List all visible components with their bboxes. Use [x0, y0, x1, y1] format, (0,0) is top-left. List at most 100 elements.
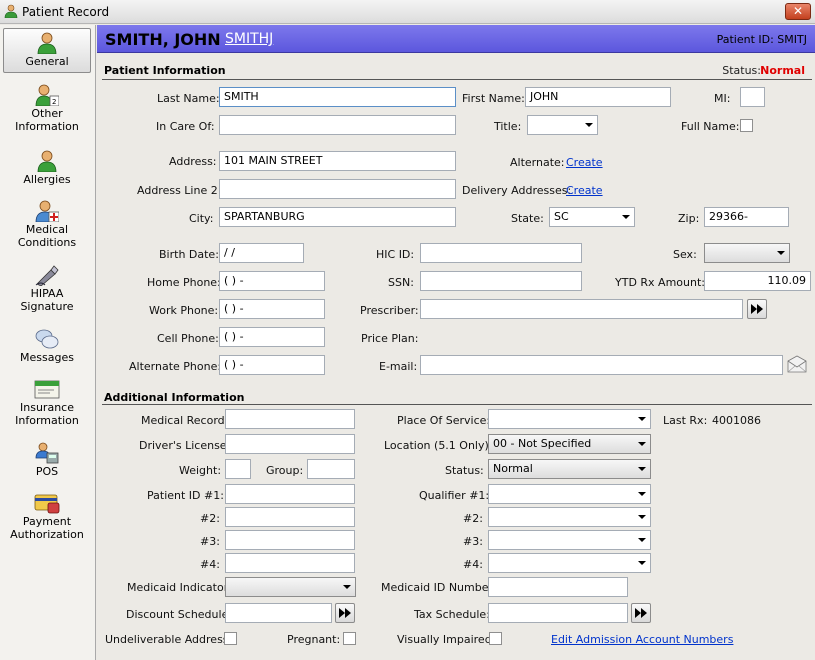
undeliverable-address-checkbox[interactable]	[224, 632, 237, 645]
sex-dropdown[interactable]	[704, 243, 790, 263]
medical-icon	[35, 200, 59, 222]
chevron-down-icon	[638, 442, 646, 446]
sidebar-item-other-information[interactable]: 2 Other Information	[3, 81, 91, 133]
hic-id-label: HIC ID:	[376, 248, 415, 261]
prescriber-field[interactable]	[420, 299, 743, 319]
full-name-checkbox[interactable]	[740, 119, 753, 132]
patient-code-link[interactable]: SMITHJ	[225, 31, 273, 47]
patient-id-4-field[interactable]	[225, 553, 355, 573]
hic-id-field[interactable]	[420, 243, 582, 263]
zip-field[interactable]: 29366-	[704, 207, 789, 227]
drivers-license-label: Driver's License:	[139, 439, 231, 452]
sidebar-item-label: Other Information	[15, 107, 79, 133]
qualifier-2-label: #2:	[463, 512, 483, 525]
patient-record-panel: SMITH, JOHN SMITHJ Patient ID: SMITJ Pat…	[97, 25, 815, 660]
sidebar-item-hipaa-signature[interactable]: HIPAA Signature	[3, 261, 91, 313]
qualifier-2-dropdown[interactable]	[488, 507, 651, 527]
ytd-rx-amount-field[interactable]: 110.09	[704, 271, 811, 291]
sidebar-item-allergies[interactable]: Allergies	[3, 147, 91, 186]
qualifier-1-dropdown[interactable]	[488, 484, 651, 504]
sidebar-item-insurance-information[interactable]: Insurance Information	[3, 375, 91, 427]
title-dropdown[interactable]	[527, 115, 598, 135]
sidebar-item-payment-authorization[interactable]: Payment Authorization	[3, 489, 91, 541]
alternate-create-link[interactable]: Create	[566, 156, 603, 169]
medicaid-indicator-dropdown[interactable]	[225, 577, 356, 597]
sidebar-item-general[interactable]: General	[3, 28, 91, 73]
address-field[interactable]: 101 MAIN STREET	[219, 151, 456, 171]
alternate-phone-field[interactable]: ( ) -	[219, 355, 325, 375]
ssn-field[interactable]	[420, 271, 582, 291]
window-titlebar: Patient Record ✕	[0, 0, 815, 24]
cell-phone-label: Cell Phone:	[157, 332, 219, 345]
qualifier-1-label: Qualifier #1:	[419, 489, 490, 502]
sidebar-item-label: General	[25, 55, 69, 68]
weight-field[interactable]	[225, 459, 251, 479]
last-rx-label: Last Rx:	[663, 414, 708, 427]
svg-text:2: 2	[52, 98, 56, 106]
chevron-down-icon	[638, 515, 646, 519]
patient-information-title: Patient Information	[104, 64, 226, 77]
visually-impaired-checkbox[interactable]	[489, 632, 502, 645]
cell-phone-field[interactable]: ( ) -	[219, 327, 325, 347]
sidebar-item-label: Insurance Information	[15, 401, 79, 427]
send-email-icon[interactable]	[787, 355, 807, 373]
patient-id-3-field[interactable]	[225, 530, 355, 550]
prescriber-lookup-button[interactable]	[747, 299, 767, 319]
patient-id-2-label: #2:	[200, 512, 220, 525]
state-label: State:	[511, 212, 544, 225]
last-name-field[interactable]: SMITH	[219, 87, 456, 107]
location-dropdown[interactable]: 00 - Not Specified	[488, 434, 651, 454]
work-phone-label: Work Phone:	[149, 304, 219, 317]
patient-id-4-label: #4:	[200, 558, 220, 571]
sidebar: General 2 Other Information Allergies Me…	[0, 25, 96, 660]
work-phone-field[interactable]: ( ) -	[219, 299, 325, 319]
patient-id-2-field[interactable]	[225, 507, 355, 527]
last-rx-value: 4001086	[712, 414, 761, 427]
city-field[interactable]: SPARTANBURG	[219, 207, 456, 227]
medical-record-field[interactable]	[225, 409, 355, 429]
tax-schedule-field[interactable]	[488, 603, 628, 623]
home-phone-field[interactable]: ( ) -	[219, 271, 325, 291]
chevron-down-icon	[622, 215, 630, 219]
prescriber-label: Prescriber:	[360, 304, 419, 317]
address-label: Address:	[169, 155, 217, 168]
group-field[interactable]	[307, 459, 355, 479]
sidebar-item-pos[interactable]: POS	[3, 439, 91, 478]
chevron-down-icon	[638, 417, 646, 421]
patient-id-1-field[interactable]	[225, 484, 355, 504]
status-value: Normal	[760, 64, 805, 77]
sidebar-item-medical-conditions[interactable]: Medical Conditions	[3, 197, 91, 249]
discount-schedule-field[interactable]	[225, 603, 332, 623]
qualifier-4-dropdown[interactable]	[488, 553, 651, 573]
close-button[interactable]: ✕	[785, 3, 811, 20]
chevron-down-icon	[638, 492, 646, 496]
email-field[interactable]	[420, 355, 783, 375]
sidebar-item-label: Allergies	[23, 173, 71, 186]
first-name-field[interactable]: JOHN	[525, 87, 671, 107]
place-of-service-dropdown[interactable]	[488, 409, 651, 429]
in-care-of-field[interactable]	[219, 115, 456, 135]
medicaid-id-number-field[interactable]	[488, 577, 628, 597]
sidebar-item-label: POS	[35, 465, 59, 478]
delivery-create-link[interactable]: Create	[566, 184, 603, 197]
edit-admission-account-numbers-link[interactable]: Edit Admission Account Numbers	[551, 633, 733, 646]
full-name-label: Full Name:	[681, 120, 740, 133]
mi-field[interactable]	[740, 87, 765, 107]
ytd-rx-amount-label: YTD Rx Amount:	[615, 276, 705, 289]
delivery-addresses-label: Delivery Addresses:	[462, 184, 572, 197]
drivers-license-field[interactable]	[225, 434, 355, 454]
state-dropdown[interactable]: SC	[549, 207, 635, 227]
fast-forward-icon	[635, 608, 647, 618]
alternate-phone-label: Alternate Phone:	[129, 360, 222, 373]
sidebar-item-messages[interactable]: Messages	[3, 325, 91, 364]
birth-date-field[interactable]: / /	[219, 243, 304, 263]
person-icon	[37, 32, 57, 54]
address-line-2-field[interactable]	[219, 179, 456, 199]
chevron-down-icon	[777, 251, 785, 255]
tax-schedule-lookup-button[interactable]	[631, 603, 651, 623]
discount-schedule-lookup-button[interactable]	[335, 603, 355, 623]
qualifier-3-dropdown[interactable]	[488, 530, 651, 550]
patient-name: SMITH, JOHN	[105, 30, 221, 49]
status-dropdown[interactable]: Normal	[488, 459, 651, 479]
pregnant-checkbox[interactable]	[343, 632, 356, 645]
